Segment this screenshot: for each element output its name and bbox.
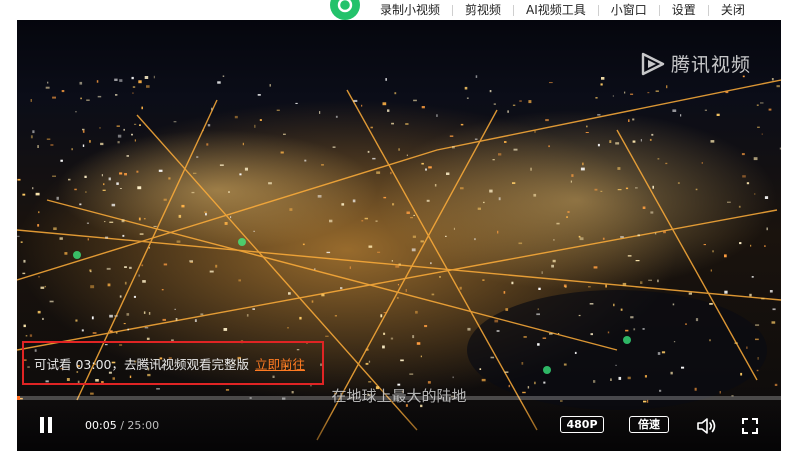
pause-icon <box>48 417 52 433</box>
edit-video-button[interactable]: 剪视频 <box>453 3 513 17</box>
watermark-text: 腾讯视频 <box>670 54 751 76</box>
play-logo-icon <box>641 52 665 75</box>
time-display: 00:05 / 25:00 <box>85 419 159 432</box>
pause-button[interactable] <box>37 416 55 436</box>
trial-notice-box: 可试看 03:00，去腾讯视频观看完整版 立即前往 <box>22 341 324 385</box>
current-time: 00:05 <box>85 419 117 432</box>
progress-fill <box>17 396 20 400</box>
total-time: 25:00 <box>127 419 160 432</box>
video-player[interactable]: 腾讯视频 可试看 03:00，去腾讯视频观看完整版 立即前往 在地球上最大的陆地… <box>17 20 781 451</box>
record-short-video-button[interactable]: 录制小视频 <box>368 3 452 17</box>
progress-bar[interactable] <box>17 396 781 400</box>
close-button[interactable]: 关闭 <box>709 3 757 17</box>
app-logo-icon <box>330 0 360 20</box>
volume-icon[interactable] <box>695 415 717 437</box>
trial-notice-text: 可试看 03:00，去腾讯视频观看完整版 <box>34 356 249 372</box>
control-bar: 00:05 / 25:00 480P 倍速 <box>17 402 781 451</box>
time-separator: / <box>116 419 128 432</box>
ai-video-tools-button[interactable]: AI视频工具 <box>514 3 598 17</box>
settings-button[interactable]: 设置 <box>660 3 708 17</box>
mini-window-button[interactable]: 小窗口 <box>599 3 659 17</box>
top-toolbar: 录制小视频 剪视频 AI视频工具 小窗口 设置 关闭 <box>326 0 791 20</box>
toolbar-items: 录制小视频 剪视频 AI视频工具 小窗口 设置 关闭 <box>368 0 757 20</box>
tencent-video-watermark: 腾讯视频 <box>637 50 751 77</box>
go-now-link[interactable]: 立即前往 <box>255 354 305 373</box>
quality-button[interactable]: 480P <box>560 416 604 433</box>
speed-button[interactable]: 倍速 <box>629 416 669 433</box>
fullscreen-icon[interactable] <box>739 415 761 437</box>
pause-icon <box>40 417 44 433</box>
